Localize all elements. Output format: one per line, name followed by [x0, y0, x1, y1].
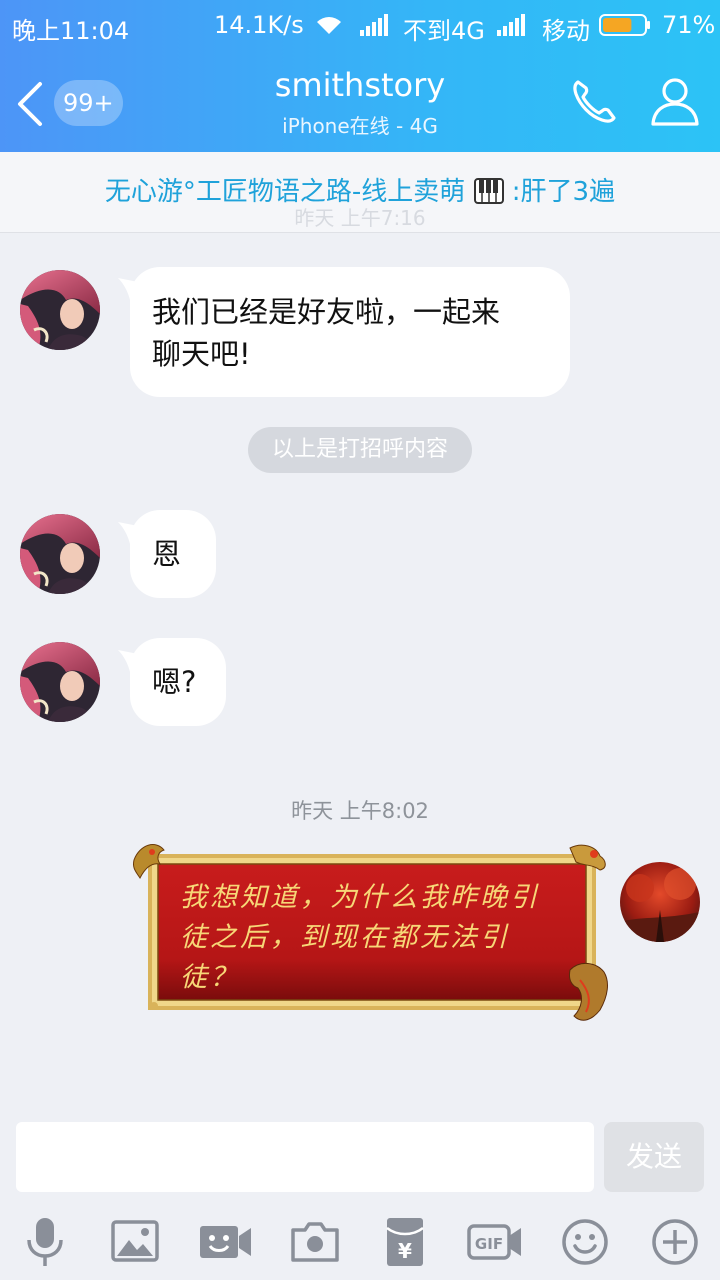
- gif-icon: GIF: [467, 1224, 521, 1260]
- call-button[interactable]: [568, 74, 622, 128]
- friend-avatar[interactable]: [20, 642, 100, 722]
- status-network-speed: 14.1K/s: [214, 11, 304, 39]
- message-text-line: 我想知道，为什么我昨晚引: [180, 882, 540, 913]
- message-bubble[interactable]: 恩: [130, 510, 216, 598]
- status-time: 晚上11:04: [12, 17, 130, 45]
- user-icon: [651, 78, 699, 126]
- emoji-icon: [562, 1219, 608, 1265]
- svg-text:¥: ¥: [398, 1239, 412, 1263]
- battery-icon: [599, 14, 650, 36]
- piano-keys-icon: [473, 177, 504, 204]
- status-carrier: 移动: [542, 17, 590, 45]
- video-chat-button[interactable]: [197, 1214, 253, 1270]
- image-button[interactable]: [107, 1214, 163, 1270]
- input-toolbar: ¥ GIF: [0, 1210, 720, 1280]
- status-bar: 晚上11:04 14.1K/s 不到4G 移动 71%: [0, 0, 720, 52]
- camera-button[interactable]: [287, 1214, 343, 1270]
- camera-icon: [291, 1222, 339, 1262]
- video-chat-icon: [200, 1226, 251, 1258]
- gif-button[interactable]: GIF: [467, 1214, 523, 1270]
- send-button[interactable]: 发送: [604, 1122, 704, 1192]
- decorated-message-text: 我想知道，为什么我昨晚引 徒之后，到现在都无法引 徒？: [180, 878, 570, 998]
- message-text: 恩: [152, 537, 182, 571]
- my-avatar[interactable]: [620, 862, 700, 942]
- friend-avatar[interactable]: [20, 270, 100, 350]
- message-text: 聊天吧!: [152, 337, 251, 371]
- message-timestamp: 昨天 上午8:02: [291, 799, 429, 823]
- message-bubble[interactable]: 我们已经是好友啦，一起来 聊天吧!: [130, 267, 570, 397]
- message-text-line: 徒之后，到现在都无法引: [180, 922, 510, 953]
- signal-icon: [360, 14, 388, 36]
- message-input[interactable]: [16, 1122, 594, 1192]
- message-text: 嗯?: [152, 665, 197, 699]
- message-bubble[interactable]: 嗯?: [130, 638, 226, 726]
- chat-header: 99+ smithstory iPhone在线 - 4G: [0, 52, 720, 152]
- friend-avatar[interactable]: [20, 514, 100, 594]
- battery-percent: 71%: [662, 11, 716, 39]
- hidden-timestamp: 昨天 上午7:16: [294, 206, 426, 230]
- mic-icon: [27, 1218, 63, 1266]
- more-button[interactable]: [647, 1214, 703, 1270]
- svg-text:GIF: GIF: [475, 1235, 503, 1253]
- greeting-system-note: 以上是打招呼内容: [248, 427, 472, 473]
- signal-icon: [497, 14, 525, 36]
- profile-button[interactable]: [648, 74, 702, 128]
- voice-button[interactable]: [17, 1214, 73, 1270]
- status-network-1: 不到4G: [403, 17, 485, 45]
- image-icon: [111, 1220, 159, 1262]
- message-text: 我们已经是好友啦，一起来: [152, 295, 501, 329]
- red-envelope-icon: ¥: [386, 1218, 424, 1266]
- phone-icon: [573, 80, 616, 123]
- plus-icon: [652, 1219, 698, 1265]
- message-text-line: 徒？: [180, 962, 240, 993]
- wifi-icon: [317, 17, 341, 34]
- red-envelope-button[interactable]: ¥: [377, 1214, 433, 1270]
- emoji-button[interactable]: [557, 1214, 613, 1270]
